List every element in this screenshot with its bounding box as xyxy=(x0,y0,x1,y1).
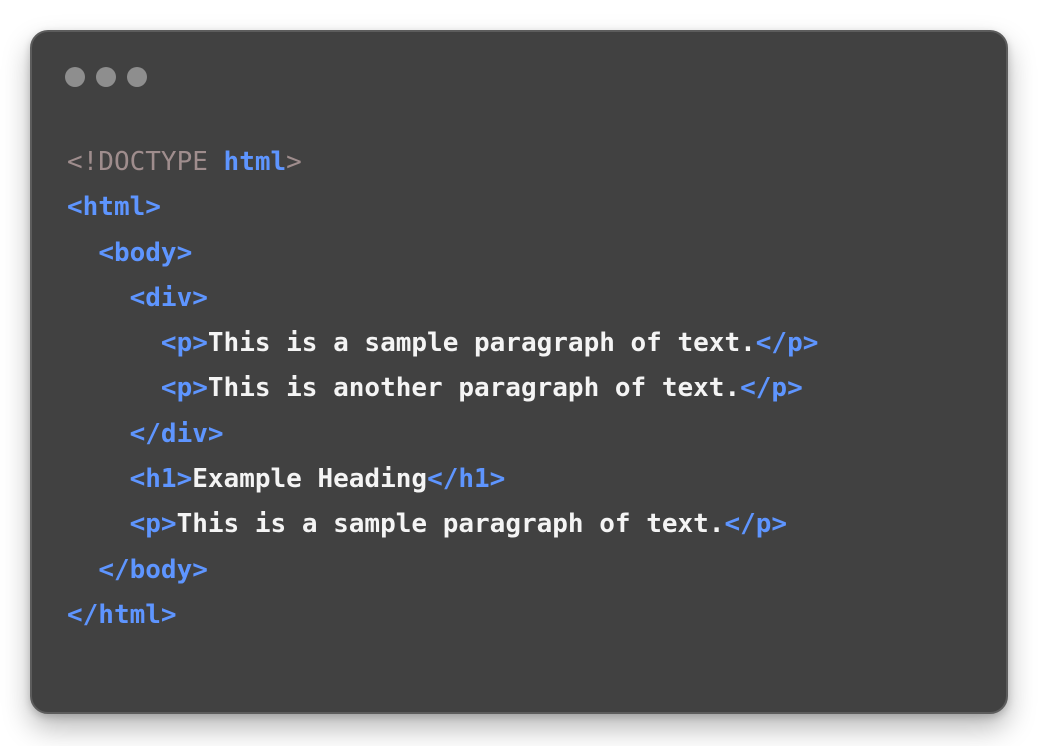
window-dot-icon[interactable] xyxy=(96,67,116,87)
code-line: <h1>Example Heading</h1> xyxy=(67,457,818,502)
code-tag: </p> xyxy=(740,373,803,404)
code-tag: </p> xyxy=(724,509,788,540)
code-line: <p>This is another paragraph of text.</p… xyxy=(67,366,818,411)
code-text: Example Heading xyxy=(192,464,428,495)
code-line: <div> xyxy=(67,276,818,321)
code-line: </body> xyxy=(67,548,818,593)
code-line: <p>This is a sample paragraph of text.</… xyxy=(67,321,818,366)
code-doctype: > xyxy=(286,147,302,177)
code-text: This is a sample paragraph of text. xyxy=(207,328,756,359)
code-tag: html xyxy=(223,147,287,177)
code-line: </div> xyxy=(67,412,818,457)
code-tag: <div> xyxy=(129,282,208,313)
code-line: <body> xyxy=(67,231,818,276)
code-line: </html> xyxy=(67,593,818,638)
code-doctype: <!DOCTYPE xyxy=(67,147,224,177)
code-block: <!DOCTYPE html> <html> <body> <div> <p>Th… xyxy=(67,140,818,638)
code-text: This is another paragraph of text. xyxy=(207,373,741,404)
code-window: <!DOCTYPE html> <html> <body> <div> <p>Th… xyxy=(30,30,1008,714)
code-tag: </div> xyxy=(129,418,224,449)
code-tag: <p> xyxy=(160,328,208,359)
code-tag: <p> xyxy=(160,373,208,404)
code-tag: <body> xyxy=(98,237,193,268)
code-line: <!DOCTYPE html> xyxy=(67,140,818,185)
code-tag: <p> xyxy=(129,509,177,540)
code-tag: </body> xyxy=(98,554,208,585)
window-dot-icon[interactable] xyxy=(127,67,147,87)
window-dot-icon[interactable] xyxy=(65,67,85,87)
code-tag: </html> xyxy=(67,599,177,630)
window-controls xyxy=(65,67,147,87)
code-tag: <h1> xyxy=(129,464,193,495)
code-tag: </h1> xyxy=(427,464,506,495)
code-text: This is a sample paragraph of text. xyxy=(176,509,725,540)
code-tag: </p> xyxy=(755,328,819,359)
code-line: <html> xyxy=(67,185,818,230)
code-line: <p>This is a sample paragraph of text.</… xyxy=(67,502,818,547)
code-tag: <html> xyxy=(67,192,161,223)
